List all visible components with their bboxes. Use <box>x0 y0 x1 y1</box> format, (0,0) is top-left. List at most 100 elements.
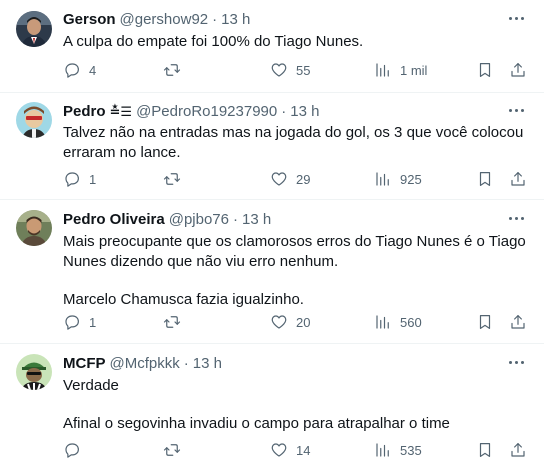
tweet-text: Mais preocupante que os clamorosos erros… <box>63 232 528 310</box>
reply-button[interactable]: 1 <box>63 169 96 189</box>
tweet[interactable]: Pedro ≛☰ @PedroRo19237990 · 13 h Talvez … <box>0 93 544 200</box>
like-count: 14 <box>296 442 311 458</box>
separator-dot: · <box>183 355 189 372</box>
views-button[interactable]: 560 <box>374 312 422 332</box>
bookmark-icon <box>479 315 491 329</box>
reply-count: 1 <box>89 171 97 187</box>
retweet-button[interactable] <box>163 169 189 189</box>
like-count: 29 <box>296 171 311 187</box>
retweet-icon <box>163 173 181 185</box>
share-icon <box>511 443 525 457</box>
tweet-text-line: Verdade <box>63 377 119 394</box>
timestamp[interactable]: 13 h <box>290 102 319 122</box>
views-button[interactable]: 1 mil <box>374 60 427 80</box>
author-handle[interactable]: @Mcfpkkk <box>110 354 180 374</box>
reply-icon <box>65 315 79 330</box>
bookmark-icon <box>479 63 491 77</box>
share-button[interactable] <box>509 169 527 189</box>
bookmark-button[interactable] <box>476 169 494 189</box>
timestamp[interactable]: 13 h <box>242 210 271 230</box>
share-icon <box>511 63 525 77</box>
share-button[interactable] <box>509 312 527 332</box>
retweet-icon <box>163 64 181 76</box>
timestamp[interactable]: 13 h <box>193 354 222 374</box>
views-count: 925 <box>400 171 422 187</box>
views-button[interactable]: 925 <box>374 169 422 189</box>
reply-button[interactable]: 4 <box>63 60 96 80</box>
tweet-text-line: Nunes dizendo que não viu erro nenhum. <box>63 253 339 270</box>
bookmark-icon <box>479 172 491 186</box>
tweet-text: Verdade Afinal o segovinha invadiu o cam… <box>63 376 528 434</box>
reply-icon <box>65 172 79 187</box>
author-handle[interactable]: @PedroRo19237990 <box>136 102 277 122</box>
bookmark-button[interactable] <box>476 440 494 460</box>
reply-icon <box>65 443 79 458</box>
retweet-button[interactable] <box>163 440 189 460</box>
tweet-text-line: erraram no lance. <box>63 144 181 161</box>
bookmark-button[interactable] <box>476 312 494 332</box>
tweet-text: A culpa do empate foi 100% do Tiago Nune… <box>63 32 528 52</box>
avatar[interactable] <box>16 102 52 138</box>
views-count: 1 mil <box>400 62 428 78</box>
tweet-header: Pedro ≛☰ @PedroRo19237990 · 13 h <box>63 102 528 122</box>
author-name[interactable]: Gerson <box>63 10 116 30</box>
retweet-button[interactable] <box>163 312 189 332</box>
more-icon[interactable] <box>506 210 526 226</box>
tweet-actions: 4 55 1 mil <box>0 60 544 80</box>
tweet-text-line: Marcelo Chamusca fazia igualzinho. <box>63 291 304 308</box>
views-icon <box>376 443 389 457</box>
timestamp[interactable]: 13 h <box>221 10 250 30</box>
tweet-header: Gerson @gershow92 · 13 h <box>63 10 528 30</box>
like-icon <box>271 172 287 186</box>
tweet-text: Talvez não na entradas mas na jogada do … <box>63 123 528 163</box>
avatar[interactable] <box>16 11 52 47</box>
share-button[interactable] <box>509 60 527 80</box>
share-button[interactable] <box>509 440 527 460</box>
author-name-emoji: ≛☰ <box>109 104 133 119</box>
tweet-actions: 14 535 <box>0 440 544 460</box>
avatar[interactable] <box>16 210 52 246</box>
views-count: 535 <box>400 442 422 458</box>
views-icon <box>376 63 389 77</box>
like-count: 20 <box>296 314 311 330</box>
like-button[interactable]: 29 <box>270 169 310 189</box>
avatar[interactable] <box>16 354 52 390</box>
like-count: 55 <box>296 62 311 78</box>
like-button[interactable]: 55 <box>270 60 310 80</box>
more-icon[interactable] <box>506 354 526 370</box>
reply-button[interactable] <box>63 440 89 460</box>
tweet-actions: 1 20 560 <box>0 312 544 332</box>
share-icon <box>511 315 525 329</box>
views-button[interactable]: 535 <box>374 440 422 460</box>
tweet-text-line: Mais preocupante que os clamorosos erros… <box>63 233 526 250</box>
reply-button[interactable]: 1 <box>63 312 96 332</box>
like-icon <box>271 63 287 77</box>
tweet[interactable]: Gerson @gershow92 · 13 h A culpa do empa… <box>0 0 544 93</box>
author-handle[interactable]: @gershow92 <box>120 10 209 30</box>
retweet-icon <box>163 316 181 328</box>
bookmark-icon <box>479 443 491 457</box>
separator-dot: · <box>233 211 238 228</box>
views-icon <box>376 315 389 329</box>
author-name[interactable]: Pedro Oliveira <box>63 210 165 230</box>
bookmark-button[interactable] <box>476 60 494 80</box>
views-icon <box>376 172 389 186</box>
tweet-actions: 1 29 925 <box>0 169 544 189</box>
tweet-text-line: A culpa do empate foi 100% do Tiago Nune… <box>63 33 364 50</box>
like-button[interactable]: 14 <box>270 440 310 460</box>
reply-count: 4 <box>89 62 97 78</box>
separator-dot: · <box>212 11 218 28</box>
like-button[interactable]: 20 <box>270 312 310 332</box>
views-count: 560 <box>400 314 422 330</box>
more-icon[interactable] <box>506 10 526 26</box>
tweet[interactable]: Pedro Oliveira @pjbo76 · 13 h Mais preoc… <box>0 200 544 344</box>
more-icon[interactable] <box>506 102 526 118</box>
author-name[interactable]: Pedro <box>63 102 106 122</box>
share-icon <box>511 172 525 186</box>
retweet-button[interactable] <box>163 60 189 80</box>
author-handle[interactable]: @pjbo76 <box>169 210 229 230</box>
like-icon <box>271 443 287 457</box>
author-name[interactable]: MCFP <box>63 354 106 374</box>
tweet[interactable]: MCFP @Mcfpkkk · 13 h Verdade Afinal o se… <box>0 344 544 474</box>
tweet-header: Pedro Oliveira @pjbo76 · 13 h <box>63 210 528 230</box>
